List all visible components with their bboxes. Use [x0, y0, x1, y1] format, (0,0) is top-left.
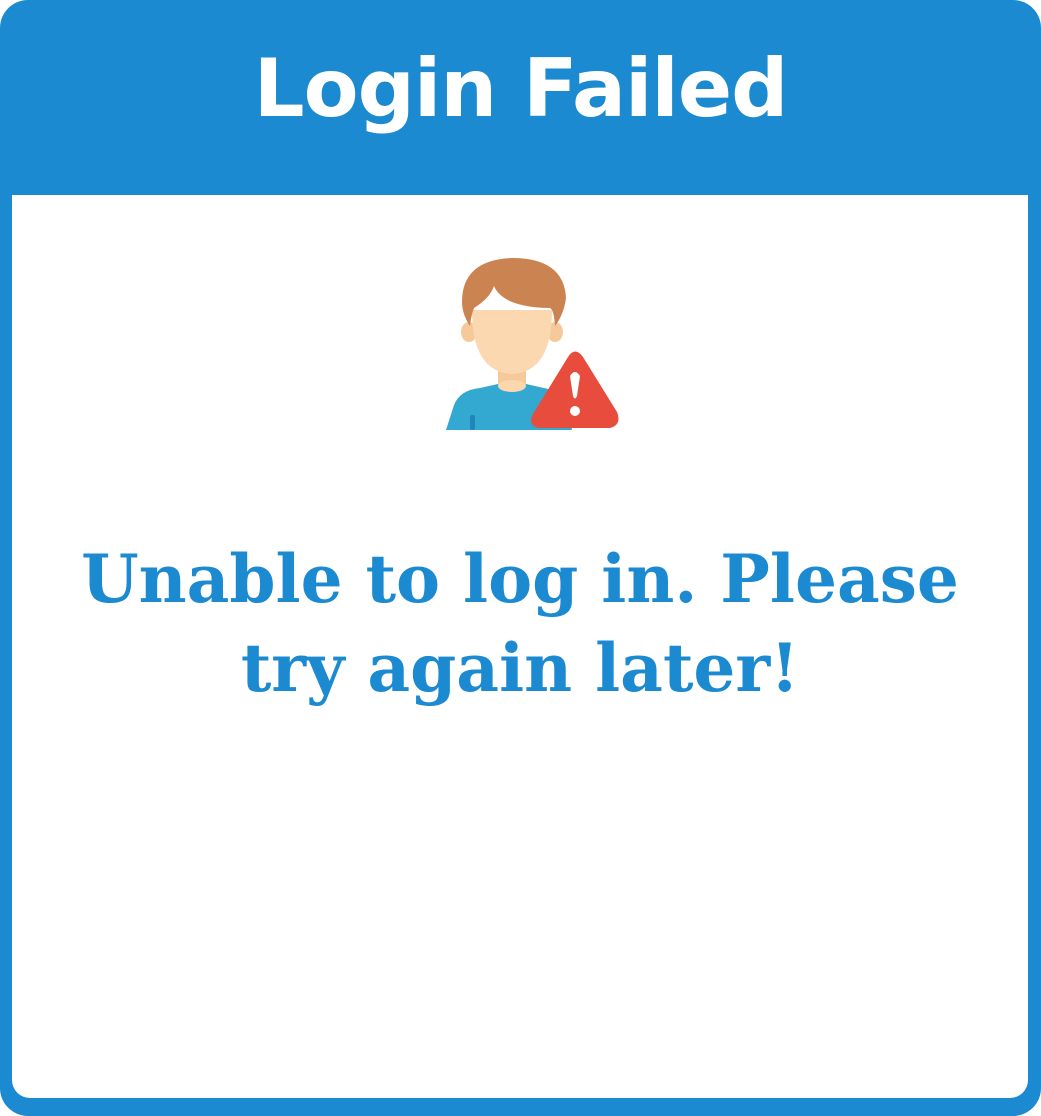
- login-failed-dialog: Login Failed Unable to log in. Please tr…: [0, 0, 1041, 1116]
- user-warning-icon: [446, 258, 619, 430]
- dialog-body: Unable to log in. Please try again later…: [12, 195, 1028, 1098]
- error-message: Unable to log in. Please try again later…: [81, 540, 959, 707]
- dialog-title: Login Failed: [253, 42, 789, 135]
- dialog-header: Login Failed: [0, 0, 1041, 195]
